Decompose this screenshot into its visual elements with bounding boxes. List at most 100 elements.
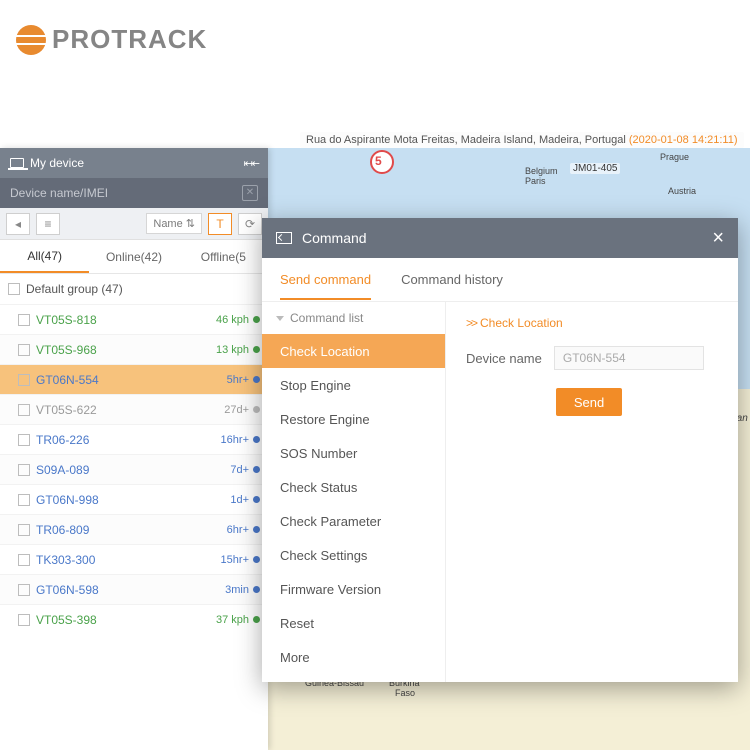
tab-all[interactable]: All(47) — [0, 240, 89, 273]
device-list: VT05S-81846 kph VT05S-96813 kph GT06N-55… — [0, 304, 268, 634]
logo-text: PROTRACK — [52, 24, 207, 55]
checkbox-icon[interactable] — [18, 494, 30, 506]
device-name: GT06N-554 — [36, 373, 99, 387]
device-status: 5hr+ — [227, 374, 260, 386]
status-dot-icon — [253, 436, 260, 443]
tool-list-icon[interactable]: ≡ — [36, 213, 60, 235]
device-row[interactable]: VT05S-81846 kph — [0, 304, 268, 334]
checkbox-icon[interactable] — [18, 524, 30, 536]
status-dot-icon — [253, 526, 260, 533]
dialog-header: Command × — [262, 218, 738, 258]
search-input[interactable] — [10, 186, 242, 200]
checkbox-icon[interactable] — [18, 464, 30, 476]
device-name-label: Device name — [466, 351, 542, 366]
device-status: 1d+ — [230, 494, 260, 506]
close-icon[interactable]: × — [712, 228, 724, 248]
map-address-text: Rua do Aspirante Mota Freitas, Madeira I… — [306, 134, 626, 146]
tool-refresh-icon[interactable]: ⟳ — [238, 213, 262, 235]
checkbox-icon[interactable] — [8, 283, 20, 295]
device-name: TK303-300 — [36, 553, 95, 567]
device-status: 13 kph — [216, 344, 260, 356]
tab-send-command[interactable]: Send command — [280, 272, 371, 300]
dialog-title: Command — [302, 230, 367, 246]
command-item[interactable]: Check Location — [262, 334, 445, 368]
command-dialog: Command × Send command Command history C… — [262, 218, 738, 682]
status-dot-icon — [253, 556, 260, 563]
command-item[interactable]: Restore Engine — [262, 402, 445, 436]
command-icon — [276, 232, 292, 244]
status-dot-icon — [253, 496, 260, 503]
command-item[interactable]: Stop Engine — [262, 368, 445, 402]
command-item[interactable]: Reset — [262, 606, 445, 640]
command-item[interactable]: More — [262, 640, 445, 674]
device-row[interactable]: TR06-809 6hr+ — [0, 514, 268, 544]
device-name: S09A-089 — [36, 463, 89, 477]
device-row[interactable]: GT06N-554 5hr+ — [0, 364, 268, 394]
dialog-tabs: Send command Command history — [262, 258, 738, 302]
device-status: 6hr+ — [227, 524, 260, 536]
map-place-label: Prague — [660, 152, 689, 162]
sidebar-search: ✕ — [0, 178, 268, 208]
form-title: >>Check Location — [466, 316, 718, 330]
device-row[interactable]: TR06-226 16hr+ — [0, 424, 268, 454]
chevron-down-icon — [276, 316, 284, 321]
checkbox-icon[interactable] — [18, 614, 30, 626]
device-name-field[interactable] — [554, 346, 704, 370]
logo-mark-icon — [16, 25, 46, 55]
checkbox-icon[interactable] — [18, 374, 30, 386]
device-row[interactable]: VT05S-398 37 kph — [0, 604, 268, 634]
status-dot-icon — [253, 316, 260, 323]
tab-online[interactable]: Online(42) — [89, 240, 178, 273]
sort-name-button[interactable]: Name ⇅ — [146, 213, 202, 234]
device-row[interactable]: GT06N-5983min — [0, 574, 268, 604]
send-button[interactable]: Send — [556, 388, 622, 416]
map-cluster-5[interactable]: 5 — [375, 154, 382, 168]
status-dot-icon — [253, 406, 260, 413]
tool-back-icon[interactable]: ◂ — [6, 213, 30, 235]
device-row[interactable]: VT05S-62227d+ — [0, 394, 268, 424]
device-name: GT06N-598 — [36, 583, 99, 597]
collapse-icon[interactable]: ⇤⇤ — [244, 157, 258, 170]
device-status: 37 kph — [216, 614, 260, 626]
device-sidebar: My device ⇤⇤ ✕ ◂ ≡ Name ⇅ T ⟳ All(47) On… — [0, 148, 268, 750]
command-form-column: >>Check Location Device name Send — [446, 302, 738, 682]
command-item[interactable]: Check Parameter — [262, 504, 445, 538]
command-list-header[interactable]: Command list — [262, 302, 445, 334]
device-status: 7d+ — [230, 464, 260, 476]
command-item[interactable]: SOS Number — [262, 436, 445, 470]
command-item[interactable]: Firmware Version — [262, 572, 445, 606]
command-list-column: Command list Check LocationStop EngineRe… — [262, 302, 446, 682]
device-name: VT05S-622 — [36, 403, 97, 417]
device-name: VT05S-398 — [36, 613, 97, 627]
device-group-row[interactable]: Default group (47) — [0, 274, 268, 304]
group-label: Default group (47) — [26, 282, 123, 296]
device-row[interactable]: GT06N-998 1d+ — [0, 484, 268, 514]
tab-command-history[interactable]: Command history — [401, 272, 503, 287]
status-dot-icon — [253, 586, 260, 593]
tool-t-button[interactable]: T — [208, 213, 232, 235]
clear-search-icon[interactable]: ✕ — [242, 185, 258, 201]
command-item[interactable]: Check Status — [262, 470, 445, 504]
device-status: 15hr+ — [221, 554, 260, 566]
checkbox-icon[interactable] — [18, 344, 30, 356]
map-address-bar: Rua do Aspirante Mota Freitas, Madeira I… — [300, 132, 744, 148]
device-name: TR06-226 — [36, 433, 89, 447]
device-row[interactable]: VT05S-96813 kph — [0, 334, 268, 364]
status-dot-icon — [253, 376, 260, 383]
device-status: 16hr+ — [221, 434, 260, 446]
checkbox-icon[interactable] — [18, 434, 30, 446]
app-logo: PROTRACK — [16, 24, 207, 55]
map-device-tag[interactable]: JM01-405 — [570, 163, 620, 174]
checkbox-icon[interactable] — [18, 314, 30, 326]
command-item[interactable]: Check Settings — [262, 538, 445, 572]
device-row[interactable]: TK303-300 15hr+ — [0, 544, 268, 574]
device-name: VT05S-818 — [36, 313, 97, 327]
device-row[interactable]: S09A-089 7d+ — [0, 454, 268, 484]
checkbox-icon[interactable] — [18, 584, 30, 596]
tab-offline[interactable]: Offline(5 — [179, 240, 268, 273]
device-name: TR06-809 — [36, 523, 89, 537]
checkbox-icon[interactable] — [18, 404, 30, 416]
device-name: GT06N-998 — [36, 493, 99, 507]
status-dot-icon — [253, 346, 260, 353]
checkbox-icon[interactable] — [18, 554, 30, 566]
